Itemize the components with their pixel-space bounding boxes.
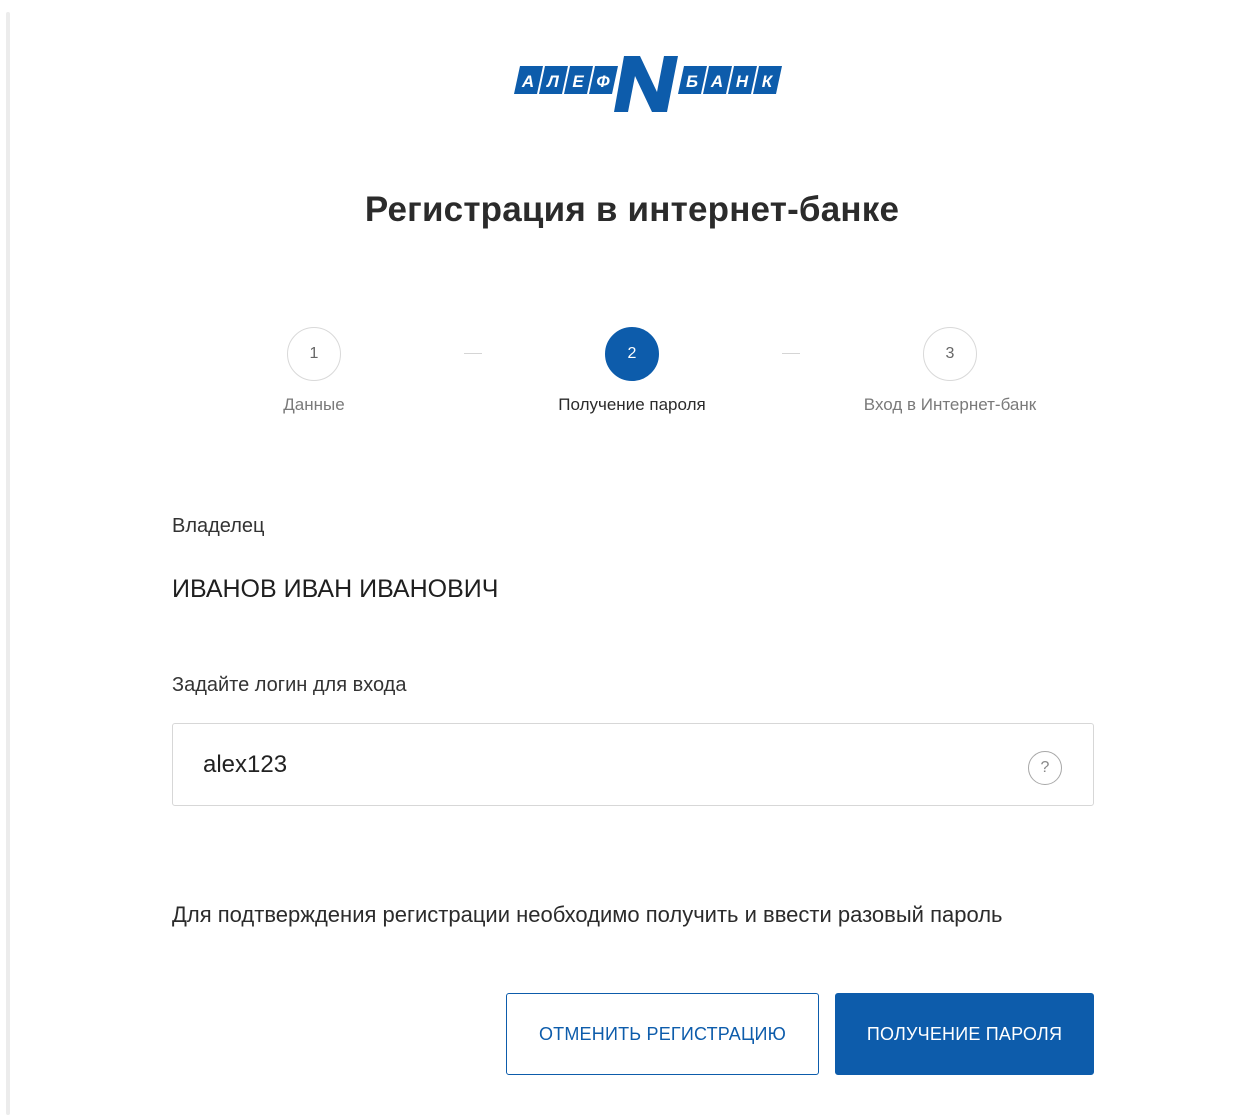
get-password-button[interactable]: ПОЛУЧЕНИЕ ПАРОЛЯ: [835, 993, 1094, 1075]
step-get-password: 2 Получение пароля: [502, 327, 762, 415]
step-data: 1 Данные: [184, 327, 444, 415]
login-label: Задайте логин для входа: [172, 674, 407, 696]
logo-letter: Н: [736, 72, 749, 91]
step-login: 3 Вход в Интернет-банк: [820, 327, 1080, 415]
step-label: Данные: [283, 395, 345, 414]
logo-letter: Б: [686, 72, 698, 91]
logo-letter: А: [710, 72, 723, 91]
step-connector: [782, 353, 800, 354]
logo-letter: Ф: [596, 72, 610, 91]
logo-letter: Л: [545, 72, 559, 91]
owner-name: ИВАНОВ ИВАН ИВАНОВИЧ: [172, 575, 499, 603]
login-field: ?: [172, 723, 1094, 806]
registration-page: А Л Е Ф Б А Н К Регистрация в интернет-б…: [0, 0, 1244, 1115]
step-label: Вход в Интернет-банк: [863, 395, 1037, 414]
logo-letter: К: [762, 72, 774, 91]
bank-logo: А Л Е Ф Б А Н К: [514, 56, 782, 112]
question-circle-icon[interactable]: ?: [1028, 751, 1062, 785]
logo-letter: Е: [572, 72, 584, 91]
left-border: [6, 12, 10, 1115]
step-connector: [464, 353, 482, 354]
owner-label: Владелец: [172, 515, 265, 537]
cancel-registration-button[interactable]: ОТМЕНИТЬ РЕГИСТРАЦИЮ: [506, 993, 819, 1075]
logo-letter: А: [521, 72, 534, 91]
step-number: 3: [923, 327, 977, 381]
step-number: 2: [605, 327, 659, 381]
login-input[interactable]: [203, 724, 1023, 805]
step-label: Получение пароля: [558, 395, 706, 414]
step-number: 1: [287, 327, 341, 381]
page-title: Регистрация в интернет-банке: [364, 190, 900, 229]
confirm-text: Для подтверждения регистрации необходимо…: [172, 902, 1003, 927]
